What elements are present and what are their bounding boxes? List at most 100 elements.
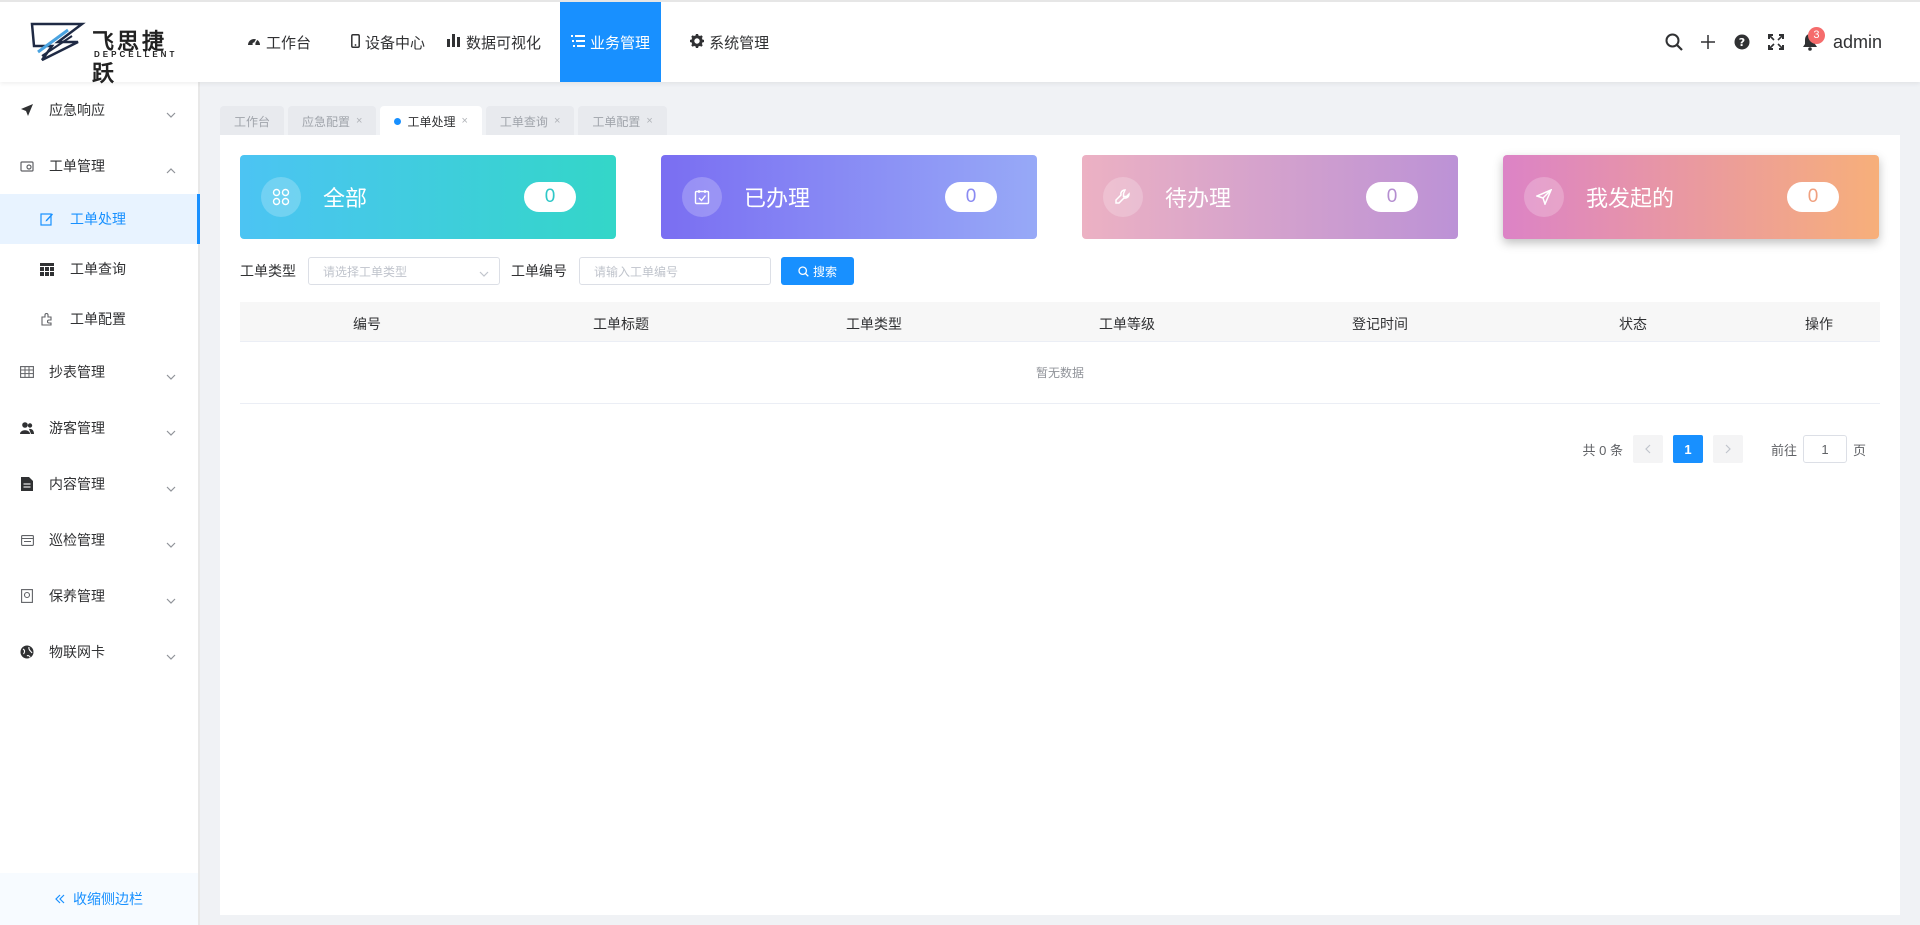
tab-label: 工单查询 xyxy=(499,114,548,129)
sidebar-item-iot-card[interactable]: 物联网卡 xyxy=(0,624,198,680)
search-button[interactable]: 搜索 xyxy=(781,257,854,285)
users-icon xyxy=(20,421,34,435)
sidebar-item-content-management[interactable]: 内容管理 xyxy=(0,456,198,512)
prev-page-button[interactable] xyxy=(1632,435,1663,463)
active-dot-icon xyxy=(394,117,402,125)
user-name[interactable]: admin xyxy=(1833,32,1882,53)
sidebar-item-label: 物联网卡 xyxy=(49,644,105,660)
tab-ticket-query[interactable]: 工单查询 × xyxy=(485,106,575,136)
topnav-system-management[interactable]: 系统管理 xyxy=(679,2,780,82)
tab-dashboard[interactable]: 工作台 xyxy=(220,106,285,136)
chevron-down-icon xyxy=(166,105,176,121)
column-header: 状态 xyxy=(1619,316,1647,332)
sidebar-item-ticket-management[interactable]: 工单管理 xyxy=(0,138,198,194)
close-icon[interactable]: × xyxy=(554,115,560,127)
dashboard-icon xyxy=(247,34,261,50)
mobile-icon xyxy=(351,33,360,51)
chevron-down-icon xyxy=(166,647,176,663)
sidebar-item-label: 巡检管理 xyxy=(49,532,105,548)
sidebar-item-label: 应急响应 xyxy=(49,102,105,118)
edit-icon xyxy=(40,212,54,226)
sidebar-item-label: 抄表管理 xyxy=(49,364,105,380)
header-toolbar: ? 3 admin xyxy=(1657,2,1882,82)
sidebar-item-meter-reading[interactable]: 抄表管理 xyxy=(0,344,198,400)
sidebar-item-label: 内容管理 xyxy=(49,476,105,492)
chevron-down-icon xyxy=(166,367,176,383)
chevron-down-icon xyxy=(166,423,176,439)
sidebar-subitem-ticket-config[interactable]: 工单配置 xyxy=(0,294,198,344)
card-count: 0 xyxy=(524,182,576,212)
pagination-total: 共 0 条 xyxy=(1582,442,1623,458)
globe-icon xyxy=(20,645,34,659)
column-header: 工单等级 xyxy=(1099,316,1155,332)
column-header: 工单类型 xyxy=(846,316,902,332)
ticket-number-placeholder: 请输入工单编号 xyxy=(594,264,679,279)
table-icon xyxy=(20,365,34,379)
puzzle-icon xyxy=(40,312,54,326)
summary-card-initiated[interactable]: 我发起的 0 xyxy=(1503,155,1879,239)
topnav-label: 数据可视化 xyxy=(466,34,542,52)
sidebar-subitem-label: 工单配置 xyxy=(70,311,126,327)
send-icon xyxy=(20,103,34,117)
brand-subtitle: DEPCELLENT xyxy=(94,50,178,59)
sidebar-subitem-ticket-query[interactable]: 工单查询 xyxy=(0,244,198,294)
search-icon[interactable] xyxy=(1657,25,1691,59)
app-logo[interactable]: 飞思捷跃 DEPCELLENT xyxy=(28,20,188,86)
card-count: 0 xyxy=(945,182,997,212)
column-header: 操作 xyxy=(1805,316,1833,332)
goto-page-value: 1 xyxy=(1821,441,1829,457)
summary-card-all[interactable]: 全部 0 xyxy=(240,155,616,239)
logo-mark-icon xyxy=(30,22,86,62)
goto-prefix: 前往 xyxy=(1770,442,1797,458)
card-count: 0 xyxy=(1366,182,1418,212)
sidebar-item-emergency-response[interactable]: 应急响应 xyxy=(0,82,198,138)
goto-page: 前往 1 页 xyxy=(1771,435,1866,463)
main-panel xyxy=(220,135,1900,915)
tab-emergency-config[interactable]: 应急配置 × xyxy=(288,106,377,136)
svg-text:?: ? xyxy=(1739,36,1745,49)
collapse-sidebar-button[interactable]: 收缩侧边栏 xyxy=(0,873,198,925)
tab-label: 工单处理 xyxy=(407,114,456,129)
summary-card-pending[interactable]: 待办理 0 xyxy=(1082,155,1458,239)
sidebar-item-label: 工单管理 xyxy=(49,158,105,174)
ticket-type-label: 工单类型 xyxy=(240,263,296,279)
tab-ticket-config[interactable]: 工单配置 × xyxy=(578,106,667,136)
chevron-right-icon xyxy=(1725,444,1731,454)
summary-card-handled[interactable]: 已办理 0 xyxy=(661,155,1037,239)
add-icon[interactable] xyxy=(1691,25,1725,59)
topnav-data-visualization[interactable]: 数据可视化 xyxy=(436,2,552,82)
chevron-down-icon xyxy=(479,266,489,280)
bar-chart-icon xyxy=(447,34,461,50)
grid-icon xyxy=(40,262,54,276)
topnav-label: 系统管理 xyxy=(709,34,770,52)
sidebar-item-maintenance-management[interactable]: 保养管理 xyxy=(0,568,198,624)
document-icon xyxy=(20,477,34,491)
close-icon[interactable]: × xyxy=(356,115,362,127)
topnav-business-management[interactable]: 业务管理 xyxy=(560,2,662,82)
sidebar-item-visitor-management[interactable]: 游客管理 xyxy=(0,400,198,456)
help-icon[interactable]: ? xyxy=(1725,25,1759,59)
ticket-number-input[interactable]: 请输入工单编号 xyxy=(579,257,771,285)
goto-page-input[interactable]: 1 xyxy=(1802,435,1847,463)
fullscreen-icon[interactable] xyxy=(1759,25,1793,59)
tab-ticket-processing[interactable]: 工单处理 × xyxy=(380,106,482,136)
double-chevron-left-icon xyxy=(55,894,65,904)
close-icon[interactable]: × xyxy=(646,115,652,127)
ticket-table: 编号 工单标题 工单类型 工单等级 登记时间 状态 操作 暂无数据 xyxy=(240,302,1880,404)
column-header: 登记时间 xyxy=(1352,316,1408,332)
page-number-button[interactable]: 1 xyxy=(1672,435,1703,463)
topnav-device-center[interactable]: 设备中心 xyxy=(340,2,436,82)
sidebar-item-label: 游客管理 xyxy=(49,420,105,436)
ticket-type-select[interactable]: 请选择工单类型 xyxy=(308,257,500,285)
pagination: 共 0 条 1 前往 1 页 xyxy=(1582,435,1866,463)
card-label: 待办理 xyxy=(1165,186,1232,211)
sidebar-item-inspection-management[interactable]: 巡检管理 xyxy=(0,512,198,568)
tab-label: 工作台 xyxy=(234,114,271,129)
close-icon[interactable]: × xyxy=(461,115,467,127)
list-icon xyxy=(571,34,586,50)
notification-bell-icon[interactable]: 3 xyxy=(1793,25,1827,59)
sidebar-subitem-ticket-processing[interactable]: 工单处理 xyxy=(0,194,200,244)
table-empty-row: 暂无数据 xyxy=(240,342,1880,404)
next-page-button[interactable] xyxy=(1712,435,1743,463)
topnav-dashboard[interactable]: 工作台 xyxy=(236,2,322,82)
